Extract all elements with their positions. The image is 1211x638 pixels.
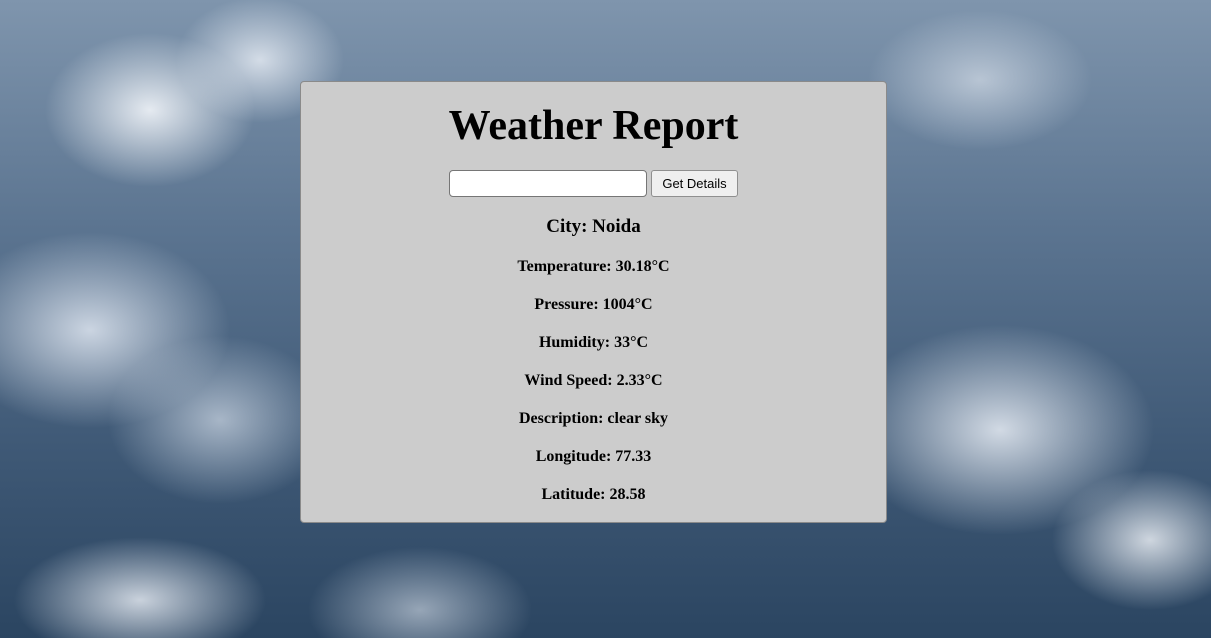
page-title: Weather Report — [448, 103, 739, 149]
wind-speed-text: Wind Speed: 2.33°C — [524, 372, 663, 389]
pressure-text: Pressure: 1004°C — [534, 296, 653, 313]
temperature-text: Temperature: 30.18°C — [517, 258, 670, 275]
longitude-text: Longitude: 77.33 — [535, 448, 652, 465]
humidity-text: Humidity: 33°C — [538, 334, 649, 351]
latitude-text: Latitude: 28.58 — [541, 486, 646, 503]
get-details-button[interactable]: Get Details — [651, 169, 738, 197]
city-heading: City: Noida — [546, 216, 641, 237]
weather-card: Weather Report Get Details City: Noida T… — [300, 81, 887, 523]
search-row: Get Details — [301, 169, 886, 197]
city-search-input[interactable] — [449, 169, 648, 197]
description-text: Description: clear sky — [518, 410, 668, 427]
